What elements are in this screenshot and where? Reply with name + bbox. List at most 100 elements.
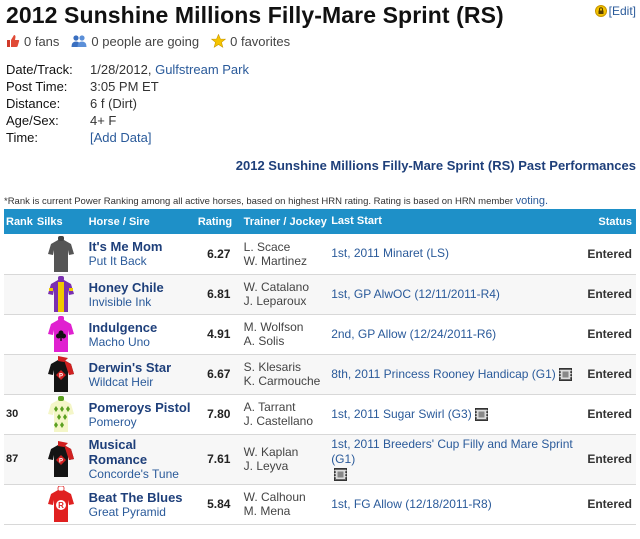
horse-cell: Beat The Blues Great Pyramid — [86, 484, 196, 525]
row-rank — [4, 274, 35, 315]
trainer-link[interactable]: S. Klesaris — [244, 360, 328, 374]
sire-name-link[interactable]: Great Pyramid — [89, 505, 194, 519]
trainer-link[interactable]: M. Wolfson — [244, 320, 328, 334]
silks-cell — [34, 234, 87, 275]
sire-name-link[interactable]: Concorde's Tune — [89, 467, 194, 481]
trainer-link[interactable]: A. Tarrant — [244, 400, 328, 414]
sire-name-link[interactable]: Wildcat Heir — [89, 375, 194, 389]
jockey-link[interactable]: J. Castellano — [244, 414, 328, 428]
header-horse: Horse / Sire — [86, 209, 196, 234]
info-row-date-track: Date/Track: 1/28/2012, Gulfstream Park — [6, 62, 249, 79]
silks-cell — [34, 274, 87, 315]
table-row: Honey Chile Invisible Ink 6.81 W. Catalano J… — [4, 274, 636, 315]
rating-cell: 7.61 — [195, 434, 242, 485]
horse-name-link[interactable]: Indulgence — [89, 320, 194, 335]
svg-text:P: P — [59, 459, 63, 465]
table-row: It's Me Mom Put It Back 6.27 L. Scace W. Mar… — [4, 234, 636, 275]
jockey-link[interactable]: M. Mena — [244, 504, 328, 518]
horse-name-link[interactable]: Beat The Blues — [89, 490, 194, 505]
last-start-cell: 1st, 2011 Breeders' Cup Filly and Mare S… — [329, 434, 586, 485]
header-silks: Silks — [34, 209, 87, 234]
thumbs-up-icon — [7, 35, 20, 47]
last-start-link[interactable]: 2nd, GP Allow (12/24/2011-R6) — [331, 327, 496, 341]
horse-name-link[interactable]: Musical Romance — [89, 437, 194, 467]
rating-cell: 4.91 — [195, 314, 242, 355]
trainer-link[interactable]: W. Kaplan — [244, 445, 328, 459]
horse-name-link[interactable]: Honey Chile — [89, 280, 194, 295]
rating-cell: 5.84 — [195, 484, 242, 525]
video-icon[interactable] — [334, 467, 348, 481]
jockey-silks-icon: R — [47, 486, 74, 522]
trainer-jockey-cell: M. Wolfson A. Solis — [241, 314, 330, 355]
track-link[interactable]: Gulfstream Park — [155, 62, 249, 77]
edit-label[interactable]: [Edit] — [609, 4, 636, 18]
horse-name-link[interactable]: It's Me Mom — [89, 239, 194, 254]
star-icon — [211, 34, 227, 48]
distance-value: 6 f (Dirt) — [90, 96, 137, 111]
jockey-link[interactable]: K. Carmouche — [244, 374, 328, 388]
trainer-link[interactable]: W. Calhoun — [244, 490, 328, 504]
silks-cell: R — [34, 484, 87, 525]
video-icon[interactable] — [474, 407, 488, 421]
last-start-link[interactable]: 1st, GP AlwOC (12/11/2011-R4) — [331, 287, 500, 301]
voting-link[interactable]: voting. — [516, 195, 548, 207]
row-rank: 87 — [4, 434, 35, 485]
sire-name-link[interactable]: Pomeroy — [89, 415, 194, 429]
lock-icon — [594, 5, 607, 17]
favorites-item[interactable]: 0 favorites — [211, 34, 290, 49]
row-rank — [4, 314, 35, 355]
header-trainer: Trainer / Jockey — [241, 209, 330, 234]
time-label: Time: — [6, 130, 39, 145]
jockey-link[interactable]: J. Leparoux — [244, 294, 328, 308]
last-start-link[interactable]: 8th, 2011 Princess Rooney Handicap (G1) — [331, 367, 556, 381]
last-start-link[interactable]: 1st, 2011 Breeders' Cup Filly and Mare S… — [331, 437, 573, 466]
add-data-link[interactable]: [Add Data] — [90, 130, 151, 147]
jockey-link[interactable]: A. Solis — [244, 334, 328, 348]
status-cell: Entered — [585, 434, 636, 485]
last-start-cell: 8th, 2011 Princess Rooney Handicap (G1) — [329, 354, 586, 395]
horse-cell: Honey Chile Invisible Ink — [86, 274, 196, 315]
svg-text:R: R — [58, 501, 64, 510]
silks-cell: P — [34, 434, 87, 485]
header-status: Status — [585, 209, 636, 234]
trainer-jockey-cell: L. Scace W. Martinez — [241, 234, 330, 275]
date-track-value: 1/28/2012, Gulfstream Park — [90, 62, 249, 79]
social-row: 0 fans 0 people are going 0 favorites — [6, 32, 302, 50]
status-cell: Entered — [585, 314, 636, 355]
trainer-jockey-cell: W. Calhoun M. Mena — [241, 484, 330, 525]
edit-link[interactable]: [Edit] — [594, 4, 636, 18]
video-icon[interactable] — [558, 367, 572, 381]
header-last-start: Last Start — [329, 209, 586, 234]
sire-name-link[interactable]: Invisible Ink — [89, 295, 194, 309]
table-row: 30 Pomeroys Pistol Pomeroy 7.80 A. Tarrant J.… — [4, 394, 636, 435]
sire-name-link[interactable]: Macho Uno — [89, 335, 194, 349]
table-header-row: Rank Silks Horse / Sire Rating Trainer /… — [4, 209, 636, 234]
page-title: 2012 Sunshine Millions Filly-Mare Sprint… — [6, 2, 504, 28]
title-row: 2012 Sunshine Millions Filly-Mare Sprint… — [6, 2, 636, 30]
fans-item[interactable]: 0 fans — [6, 34, 59, 49]
last-start-link[interactable]: 1st, FG Allow (12/18/2011-R8) — [331, 497, 492, 511]
status-cell: Entered — [585, 484, 636, 525]
horse-name-link[interactable]: Pomeroys Pistol — [89, 400, 194, 415]
jockey-link[interactable]: W. Martinez — [244, 254, 328, 268]
date-track-label: Date/Track: — [6, 62, 73, 77]
horse-cell: Derwin's Star Wildcat Heir — [86, 354, 196, 395]
table-row: 87 P Musical Romance Concorde's Tune 7.61 W. … — [4, 434, 636, 485]
jockey-silks-icon: P — [47, 356, 74, 392]
trainer-link[interactable]: L. Scace — [244, 240, 328, 254]
race-date: 1/28/2012, — [90, 62, 152, 77]
age-sex-value: 4+ F — [90, 113, 117, 128]
silks-cell — [34, 314, 87, 355]
svg-text:P: P — [59, 374, 63, 380]
going-item[interactable]: 0 people are going — [71, 34, 199, 49]
last-start-link[interactable]: 1st, 2011 Minaret (LS) — [331, 246, 449, 260]
rating-cell: 6.27 — [195, 234, 242, 275]
trainer-jockey-cell: W. Kaplan J. Leyva — [241, 434, 330, 485]
rank-note-text: *Rank is current Power Ranking among all… — [4, 196, 514, 207]
trainer-jockey-cell: S. Klesaris K. Carmouche — [241, 354, 330, 395]
horse-name-link[interactable]: Derwin's Star — [89, 360, 194, 375]
last-start-link[interactable]: 1st, 2011 Sugar Swirl (G3) — [331, 407, 472, 421]
trainer-link[interactable]: W. Catalano — [244, 280, 328, 294]
sire-name-link[interactable]: Put It Back — [89, 254, 194, 268]
jockey-link[interactable]: J. Leyva — [244, 459, 328, 473]
